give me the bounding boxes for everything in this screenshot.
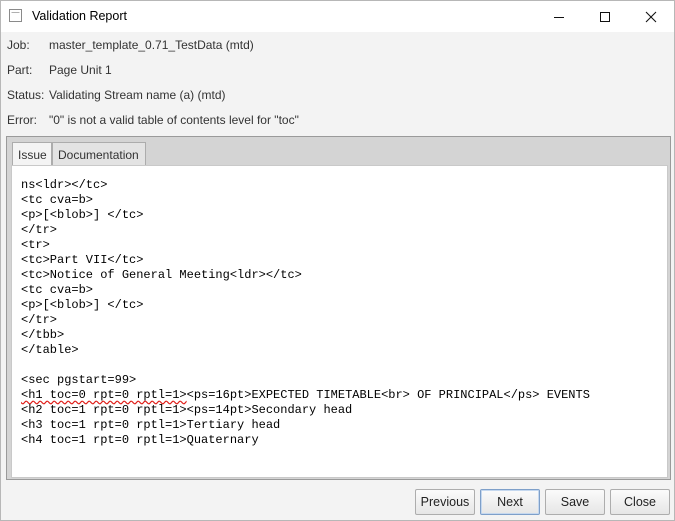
close-button[interactable]: Close [610, 489, 670, 515]
tab-issue[interactable]: Issue [12, 142, 52, 166]
part-value: Page Unit 1 [49, 63, 112, 77]
close-icon [645, 11, 657, 23]
maximize-icon [600, 12, 610, 22]
maximize-button[interactable] [582, 1, 628, 32]
status-label: Status: [7, 88, 45, 102]
next-button[interactable]: Next [480, 489, 540, 515]
close-window-button[interactable] [628, 1, 674, 32]
code-before: ns<ldr></tc> <tc cva=b> <p>[<blob>] </tc… [21, 178, 302, 387]
issue-content[interactable]: ns<ldr></tc> <tc cva=b> <p>[<blob>] </tc… [11, 165, 668, 478]
part-label: Part: [7, 63, 33, 77]
tab-pane: Issue Documentation ns<ldr></tc> <tc cva… [6, 136, 671, 480]
app-icon [9, 9, 22, 22]
code-view[interactable]: ns<ldr></tc> <tc cva=b> <p>[<blob>] </tc… [21, 178, 590, 448]
status-value: Validating Stream name (a) (mtd) [49, 88, 226, 102]
error-highlight: <h1 toc=0 rpt=0 rptl=1> [21, 388, 187, 402]
job-label: Job: [7, 38, 30, 52]
error-label: Error: [7, 113, 37, 127]
minimize-icon [554, 17, 564, 18]
validation-report-window: Validation Report Job: master_template_0… [0, 0, 675, 521]
title-bar[interactable]: Validation Report [1, 1, 674, 32]
previous-button[interactable]: Previous [415, 489, 475, 515]
error-value: "0" is not a valid table of contents lev… [49, 113, 299, 127]
minimize-button[interactable] [536, 1, 582, 32]
window-title: Validation Report [32, 9, 127, 23]
job-value: master_template_0.71_TestData (mtd) [49, 38, 254, 52]
save-button[interactable]: Save [545, 489, 605, 515]
tab-documentation[interactable]: Documentation [52, 142, 146, 165]
